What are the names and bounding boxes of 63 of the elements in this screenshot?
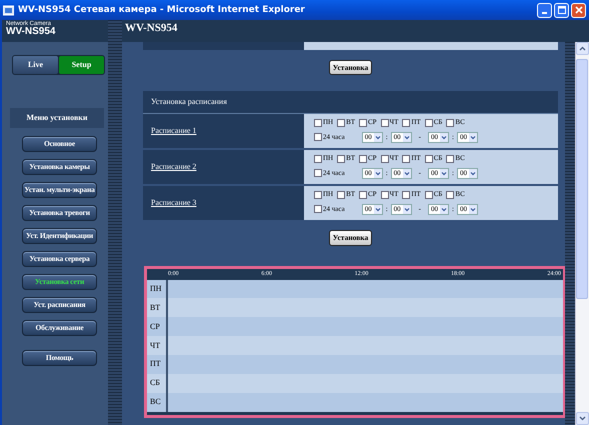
checkbox[interactable] bbox=[380, 190, 389, 198]
checkbox[interactable] bbox=[402, 190, 410, 198]
checkbox[interactable] bbox=[314, 169, 322, 178]
dropdown-arrow-icon[interactable] bbox=[402, 204, 411, 214]
checkbox[interactable] bbox=[314, 154, 322, 162]
dropdown-arrow-icon[interactable] bbox=[440, 204, 448, 214]
minimize-button[interactable] bbox=[537, 2, 552, 18]
dropdown-arrow-icon[interactable] bbox=[402, 168, 411, 178]
dropdown-arrow-icon[interactable] bbox=[374, 132, 382, 142]
checkbox[interactable] bbox=[402, 154, 410, 162]
maximize-icon bbox=[558, 6, 566, 14]
day-label: СР bbox=[150, 320, 160, 333]
checkbox[interactable] bbox=[314, 190, 322, 198]
dropdown-arrow-icon[interactable] bbox=[468, 168, 477, 178]
checkbox[interactable] bbox=[337, 154, 346, 162]
checkbox[interactable] bbox=[358, 154, 367, 162]
day-label: СБ bbox=[150, 377, 160, 390]
checkbox[interactable] bbox=[337, 118, 346, 126]
scroll-down-icon[interactable] bbox=[576, 412, 589, 425]
close-icon bbox=[574, 6, 582, 14]
day-label: ПТ bbox=[150, 358, 161, 370]
checkbox[interactable] bbox=[314, 133, 322, 142]
checkbox[interactable] bbox=[402, 118, 410, 126]
menu-title: Меню установки bbox=[10, 108, 104, 128]
mode-tab[interactable]: Setup bbox=[59, 56, 104, 74]
checkbox[interactable] bbox=[358, 190, 367, 198]
checkbox[interactable] bbox=[314, 118, 322, 126]
dropdown-arrow-icon[interactable] bbox=[440, 132, 448, 142]
close-button[interactable] bbox=[571, 2, 586, 18]
dropdown-arrow-icon[interactable] bbox=[468, 132, 477, 142]
brand-model: WV-NS954 bbox=[6, 27, 56, 37]
checkbox[interactable] bbox=[446, 190, 454, 198]
scroll-thumb[interactable] bbox=[576, 58, 588, 298]
dropdown-arrow-icon[interactable] bbox=[402, 132, 411, 142]
dropdown-arrow-icon[interactable] bbox=[468, 204, 477, 214]
checkbox[interactable] bbox=[424, 118, 433, 126]
day-label: ВС bbox=[150, 396, 161, 408]
scroll-up-icon[interactable] bbox=[576, 42, 589, 55]
mode-tab[interactable]: Live bbox=[13, 56, 58, 74]
checkbox[interactable] bbox=[424, 190, 433, 198]
checkbox[interactable] bbox=[380, 154, 389, 162]
checkbox[interactable] bbox=[424, 154, 433, 162]
dropdown-arrow-icon[interactable] bbox=[374, 168, 382, 178]
maximize-button[interactable] bbox=[554, 2, 569, 18]
checkbox[interactable] bbox=[337, 190, 346, 198]
section-header: Установка расписания bbox=[143, 91, 558, 114]
schedule-link[interactable]: Расписание 1 bbox=[151, 125, 196, 138]
dropdown-arrow-icon[interactable] bbox=[374, 204, 382, 214]
day-label: ПН bbox=[150, 282, 162, 295]
window-title: WV-NS954 Сетевая камера - Microsoft Internet Explorer bbox=[18, 5, 305, 15]
page-title: WV-NS954 bbox=[122, 20, 589, 42]
dropdown-arrow-icon[interactable] bbox=[440, 168, 448, 178]
checkbox[interactable] bbox=[314, 205, 322, 214]
checkbox[interactable] bbox=[446, 154, 454, 162]
schedule-link[interactable]: Расписание 2 bbox=[151, 161, 196, 174]
checkbox[interactable] bbox=[358, 118, 367, 126]
checkbox[interactable] bbox=[446, 118, 454, 126]
day-label: ЧТ bbox=[150, 340, 160, 352]
checkbox[interactable] bbox=[380, 118, 389, 126]
browser-icon bbox=[3, 4, 14, 16]
day-label: ВТ bbox=[150, 302, 160, 314]
scrollbar[interactable] bbox=[575, 42, 589, 425]
schedule-link[interactable]: Расписание 3 bbox=[151, 197, 196, 210]
